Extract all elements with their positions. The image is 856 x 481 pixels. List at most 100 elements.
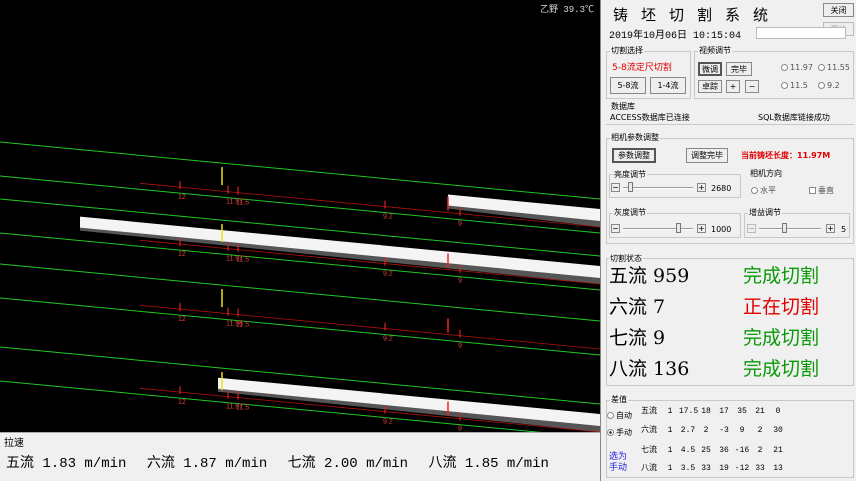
diff-value: 17.5: [679, 407, 699, 416]
gray-label: 灰度调节: [613, 207, 647, 218]
brightness-label: 亮度调节: [613, 169, 647, 180]
camera-params-label: 相机参数调整: [610, 132, 660, 143]
diff-value: 35: [737, 407, 747, 416]
direction-vertical[interactable]: 垂直: [809, 185, 834, 196]
diff-value: 33: [755, 464, 765, 473]
brightness-plus[interactable]: +: [697, 183, 706, 192]
cut-mode-text: 5-8流定尺切割: [612, 63, 672, 73]
tick-label-3-0: 12: [178, 399, 186, 406]
gray-slider[interactable]: [623, 228, 693, 230]
brightness-thumb[interactable]: [628, 182, 633, 192]
tick-label-2-2: 11.5: [236, 322, 249, 329]
fine-tune-button[interactable]: 微调: [698, 62, 722, 76]
param-adjust-button[interactable]: 参数调整: [612, 148, 656, 163]
camera-canvas: 1211.9711.59.291211.9711.59.291211.9611.…: [0, 141, 600, 432]
db-label: 数据库: [610, 101, 636, 112]
gain-label: 增益调节: [748, 207, 782, 218]
diff-value: 21: [755, 407, 765, 416]
brightness-slider[interactable]: [623, 187, 693, 189]
gray-plus[interactable]: +: [697, 224, 706, 233]
track-button[interactable]: 卓踪: [698, 80, 722, 93]
guide-line-top-0: [0, 141, 600, 200]
tick-label-2-0: 12: [178, 316, 186, 323]
speed-strand-7: 七流 2.00 m/min: [287, 456, 409, 472]
diff-value: 1: [667, 464, 673, 473]
diff-value: 17: [719, 407, 729, 416]
strand-5-8-button[interactable]: 5-8流: [610, 77, 646, 94]
control-panel: 铸坯切割系统 关闭 开始 2019年10月06日 10:15:04 切割选择 5…: [600, 0, 856, 481]
speed-row: 五流 1.83 m/min 六流 1.87 m/min 七流 2.00 m/mi…: [6, 452, 561, 472]
gain-slider[interactable]: [759, 228, 821, 230]
gain-thumb[interactable]: [782, 223, 787, 233]
video-plus-button[interactable]: +: [726, 80, 740, 93]
diff-value: 2: [757, 446, 763, 455]
scale-line-2: [139, 304, 600, 350]
diff-row: 六流 1 2.7 2 -3 9 2 30: [641, 424, 787, 435]
diff-row: 五流 1 17.5 18 17 35 21 0: [641, 405, 787, 416]
diff-value: 18: [701, 407, 711, 416]
diff-value: 4.5: [680, 446, 696, 455]
tick-label-3-3: 9.2: [383, 419, 393, 426]
radio-11-55[interactable]: 11.55: [818, 63, 850, 72]
tick-label-0-3: 9.2: [383, 214, 393, 221]
brightness-minus[interactable]: −: [611, 183, 620, 192]
diff-value: 25: [701, 446, 711, 455]
param-done-button[interactable]: 调整完毕: [686, 148, 728, 163]
access-status: ACCESS数据库已连接: [610, 113, 690, 122]
diff-value: -12: [734, 464, 750, 473]
strand-count: 六流 7: [609, 296, 666, 318]
diff-value: 1: [667, 446, 673, 455]
diff-value: 13: [773, 464, 783, 473]
strand-status: 正在切割: [743, 296, 820, 318]
diff-row: 七流 1 4.5 25 36 -16 2 21: [641, 444, 787, 455]
tick-label-2-3: 9.2: [383, 336, 393, 343]
video-minus-button[interactable]: −: [745, 80, 759, 93]
tick-label-3-2: 11.5: [236, 405, 249, 412]
diff-strand: 八流: [641, 464, 657, 473]
diff-value: 9: [739, 426, 745, 435]
diff-value: 2: [757, 426, 763, 435]
diff-value: 33: [701, 464, 711, 473]
cut-select-label: 切割选择: [610, 45, 644, 56]
diff-value: 3.5: [680, 464, 696, 473]
sql-status: SQL数据库链接成功: [758, 113, 830, 122]
diff-strand: 六流: [641, 426, 657, 435]
tick-label-1-3: 9.2: [383, 271, 393, 278]
diff-manual-radio[interactable]: 手动: [607, 427, 632, 438]
cut-state-row: 七流 9 完成切割: [609, 323, 819, 350]
diff-label: 差值: [610, 394, 628, 405]
radio-11-5[interactable]: 11.5: [781, 81, 808, 90]
video-adjust-label: 视频调节: [698, 45, 732, 56]
close-button[interactable]: 关闭: [823, 3, 854, 17]
radio-9-2[interactable]: 9.2: [818, 81, 840, 90]
diff-value: -16: [734, 446, 750, 455]
app-title: 铸坯切割系统: [613, 6, 782, 24]
diff-auto-radio[interactable]: 自动: [607, 410, 632, 421]
guide-line-bottom-2: [0, 297, 600, 356]
direction-label: 相机方向: [749, 168, 783, 179]
gray-minus[interactable]: −: [611, 224, 620, 233]
gain-plus[interactable]: +: [826, 224, 835, 233]
speed-title: 拉速: [4, 438, 24, 449]
diff-value: 21: [773, 446, 783, 455]
diff-value: 2.7: [680, 426, 696, 435]
cut-state-row: 六流 7 正在切割: [609, 292, 819, 319]
speed-strand-8: 八流 1.85 m/min: [428, 456, 549, 472]
strand-count: 五流 959: [609, 265, 690, 287]
diff-value: 30: [773, 426, 783, 435]
video-done-button[interactable]: 完毕: [726, 62, 752, 76]
diff-row: 八流 1 3.5 33 19 -12 33 13: [641, 462, 787, 473]
strand-count: 八流 136: [609, 358, 690, 380]
radio-11-97[interactable]: 11.97: [781, 63, 813, 72]
strand-status: 完成切割: [743, 358, 820, 380]
strand-1-4-button[interactable]: 1-4流: [650, 77, 686, 94]
brightness-value: 2680: [711, 184, 732, 193]
direction-horizontal[interactable]: 水平: [751, 185, 776, 196]
diff-value: 19: [719, 464, 729, 473]
datetime: 2019年10月06日 10:15:04: [609, 31, 742, 42]
tick-label-2-4: 9: [458, 343, 462, 350]
strand-status: 完成切割: [743, 327, 820, 349]
casting-speed-bar: 拉速 五流 1.83 m/min 六流 1.87 m/min 七流 2.00 m…: [0, 432, 600, 481]
gain-minus[interactable]: −: [747, 224, 756, 233]
gray-thumb[interactable]: [676, 223, 681, 233]
